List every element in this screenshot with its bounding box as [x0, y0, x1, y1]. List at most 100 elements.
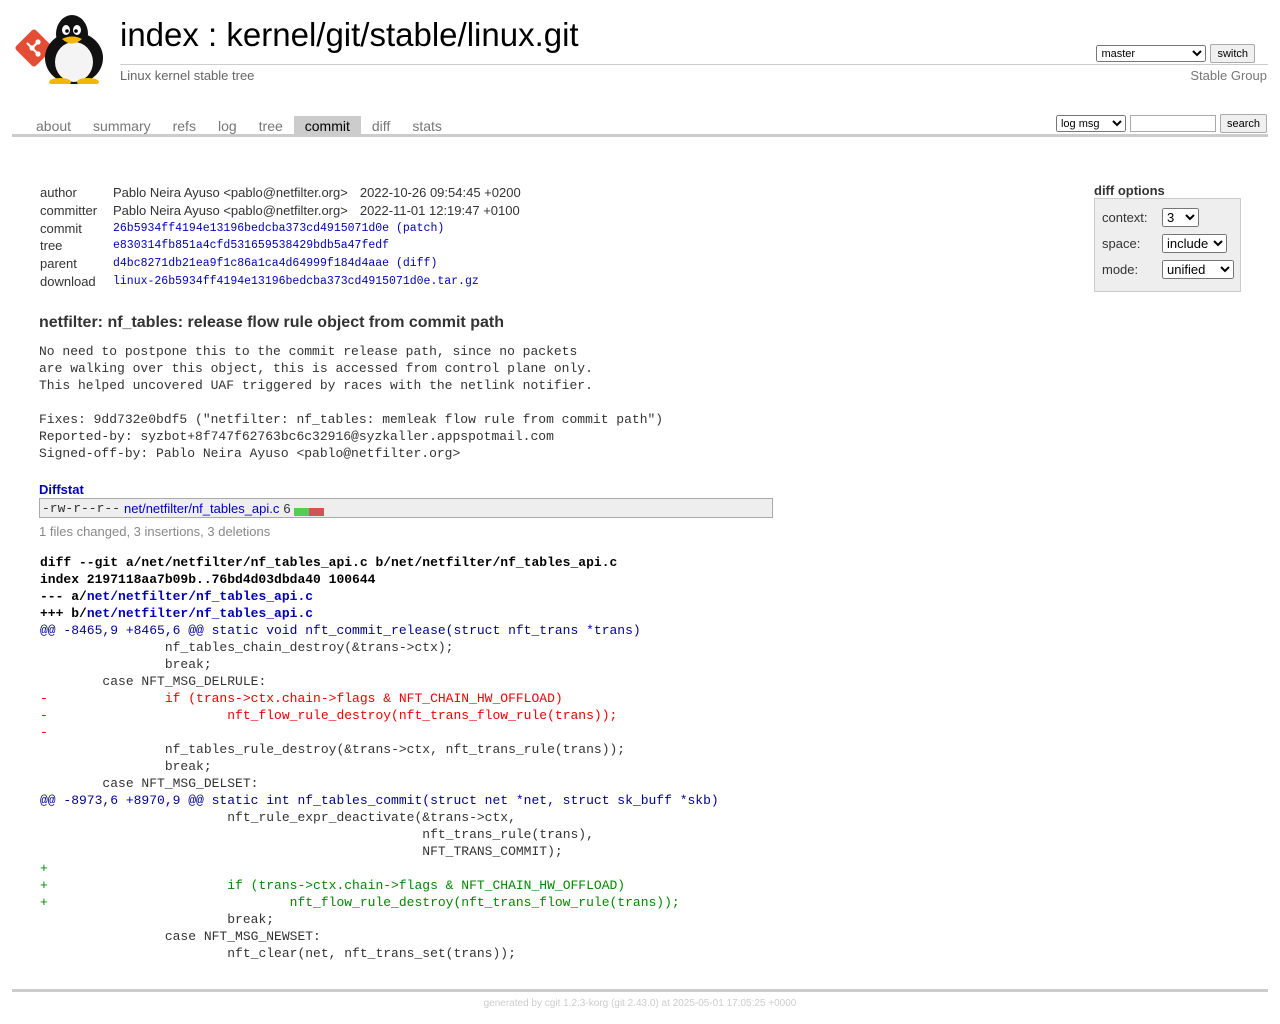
diff-hunk-header: @@ -8465,9 +8465,6 @@ static void nft_co… — [40, 623, 641, 638]
commit-hash-link[interactable]: 26b5934ff4194e13196bedcba373cd4915071d0e — [113, 222, 389, 235]
repo-description: Linux kernel stable tree — [120, 68, 255, 83]
tab-about[interactable]: about — [25, 116, 82, 136]
diff-removed-line: - — [40, 725, 48, 740]
commit-value: 26b5934ff4194e13196bedcba373cd4915071d0e… — [113, 219, 521, 237]
plus-file-link[interactable]: net/netfilter/nf_tables_api.c — [87, 606, 313, 621]
patch-link[interactable]: (patch) — [396, 222, 444, 235]
diff-context-line: nft_clear(net, nft_trans_set(trans)); — [40, 946, 516, 961]
diff-context-line: break; — [40, 759, 212, 774]
author-label: author — [40, 185, 77, 201]
tab-commit[interactable]: commit — [293, 116, 361, 136]
diff-index-line: index 2197118aa7b09b..76bd4d03dbda40 100… — [40, 572, 376, 587]
tab-stats[interactable]: stats — [401, 116, 453, 136]
tab-diff[interactable]: diff — [361, 116, 401, 136]
footer-git-version: (git 2.43.0) — [610, 998, 659, 1009]
download-row: download linux-26b5934ff4194e13196bedcba… — [40, 272, 521, 290]
commit-info-table: author Pablo Neira Ayuso <pablo@netfilte… — [40, 184, 521, 290]
committer-date: 2022-11-01 12:19:47 +0100 — [359, 203, 520, 219]
committer-row: committer Pablo Neira Ayuso <pablo@netfi… — [40, 202, 521, 220]
diffstat-summary: 1 files changed, 3 insertions, 3 deletio… — [39, 524, 271, 539]
diff-view: diff --git a/net/netfilter/nf_tables_api… — [40, 554, 719, 962]
tab-summary[interactable]: summary — [82, 116, 162, 136]
commit-row: commit 26b5934ff4194e13196bedcba373cd491… — [40, 219, 521, 237]
author-name: Pablo Neira Ayuso <pablo@netfilter.org> — [113, 185, 348, 201]
diff-added-line: + if (trans->ctx.chain->flags & NFT_CHAI… — [40, 878, 626, 893]
parent-hash-link[interactable]: d4bc8271db21ea9f1c86a1ca4d64999f184d4aae — [113, 257, 389, 270]
parent-row: parent d4bc8271db21ea9f1c86a1ca4d64999f1… — [40, 255, 521, 273]
insertions-bar — [293, 508, 309, 516]
footer-timestamp: at 2025-05-01 17:05:25 +0000 — [658, 998, 797, 1009]
diff-lines: @@ -8465,9 +8465,6 @@ static void nft_co… — [40, 622, 719, 962]
diff-context-line: case NFT_MSG_NEWSET: — [40, 929, 321, 944]
minus-file-link[interactable]: net/netfilter/nf_tables_api.c — [87, 589, 313, 604]
parent-diff-link[interactable]: (diff) — [396, 257, 437, 270]
diff-removed-line: - if (trans->ctx.chain->flags & NFT_CHAI… — [40, 691, 563, 706]
repo-link[interactable]: kernel/git/stable/linux.git — [226, 16, 578, 53]
commit-message: No need to postpone this to the commit r… — [39, 344, 664, 461]
diff-added-line: + nft_flow_rule_destroy(nft_trans_flow_r… — [40, 895, 680, 910]
diff-plus-file-line: +++ b/net/netfilter/nf_tables_api.c — [40, 605, 719, 622]
committer-label: committer — [40, 203, 98, 219]
committer-name: Pablo Neira Ayuso <pablo@netfilter.org> — [113, 203, 348, 219]
diff-options-title: diff options — [1094, 183, 1165, 198]
header-rule — [120, 64, 1268, 65]
commit-label: commit — [40, 220, 82, 236]
tree-value: e830314fb851a4cfd531659538429bdb5a47fedf — [113, 237, 521, 255]
mode-label: mode: — [1102, 262, 1139, 277]
parent-label: parent — [40, 256, 77, 272]
context-select[interactable]: 3 — [1162, 208, 1199, 227]
tree-label: tree — [40, 238, 63, 254]
search-input[interactable] — [1129, 115, 1216, 132]
diff-options-panel: context: 3 space: include mode: unified — [1094, 198, 1241, 292]
diffstat-link[interactable]: Diffstat — [39, 482, 84, 497]
space-select[interactable]: include — [1162, 234, 1227, 253]
search-form: log msg search — [1055, 114, 1267, 133]
mode-option: mode: unified — [1102, 260, 1234, 279]
search-type-select[interactable]: log msg — [1055, 115, 1126, 132]
search-button[interactable]: search — [1219, 114, 1267, 133]
diff-context-line: nf_tables_rule_destroy(&trans->ctx, nft_… — [40, 742, 626, 757]
space-option: space: include — [1102, 234, 1227, 253]
diff-context-line: break; — [40, 912, 275, 927]
deletions-bar — [308, 508, 324, 516]
space-label: space: — [1102, 236, 1141, 251]
tab-refs[interactable]: refs — [162, 116, 207, 136]
cgit-link[interactable]: cgit 1.2.3-korg — [545, 998, 608, 1009]
repo-owner: Stable Group — [1190, 68, 1267, 83]
file-mode: -rw-r--r-- — [42, 500, 121, 516]
diff-git-line: diff --git a/net/netfilter/nf_tables_api… — [40, 555, 618, 570]
diffstat-file-link[interactable]: net/netfilter/nf_tables_api.c — [120, 501, 279, 516]
author-value: Pablo Neira Ayuso <pablo@netfilter.org> 2… — [113, 184, 521, 202]
minus-prefix: --- a/ — [40, 589, 87, 604]
change-bar — [293, 504, 324, 516]
tab-tree[interactable]: tree — [248, 116, 294, 136]
mode-select[interactable]: unified — [1162, 260, 1234, 279]
footer-generated: generated by — [483, 998, 545, 1009]
download-label: download — [40, 273, 96, 289]
tab-bar: about summary refs log tree commit diff … — [25, 116, 453, 136]
branch-form: master switch — [1096, 44, 1255, 63]
download-link[interactable]: linux-26b5934ff4194e13196bedcba373cd4915… — [113, 275, 479, 288]
cgit-logo[interactable] — [14, 12, 110, 86]
diff-context-line: case NFT_MSG_DELRULE: — [40, 674, 267, 689]
change-count: 6 — [283, 500, 291, 516]
diff-context-line: nft_trans_rule(trans), — [40, 827, 594, 842]
committer-value: Pablo Neira Ayuso <pablo@netfilter.org> 2… — [113, 202, 521, 220]
diffstat-header: Diffstat — [39, 482, 84, 497]
index-link[interactable]: index — [120, 16, 199, 53]
footer-rule — [12, 989, 1268, 992]
tree-hash-link[interactable]: e830314fb851a4cfd531659538429bdb5a47fedf — [113, 239, 389, 252]
author-row: author Pablo Neira Ayuso <pablo@netfilte… — [40, 184, 521, 202]
author-date: 2022-10-26 09:54:45 +0200 — [359, 185, 521, 201]
commit-subject: netfilter: nf_tables: release flow rule … — [39, 314, 504, 331]
footer: generated by cgit 1.2.3-korg (git 2.43.0… — [0, 998, 1280, 1009]
context-option: context: 3 — [1102, 208, 1199, 227]
plus-prefix: +++ b/ — [40, 606, 87, 621]
diff-context-line: nft_rule_expr_deactivate(&trans->ctx, — [40, 810, 516, 825]
tab-log[interactable]: log — [207, 116, 248, 136]
diff-removed-line: - nft_flow_rule_destroy(nft_trans_flow_r… — [40, 708, 618, 723]
branch-select[interactable]: master — [1096, 45, 1207, 62]
switch-button[interactable]: switch — [1210, 44, 1255, 63]
context-label: context: — [1102, 210, 1148, 225]
diffstat-table: -rw-r--r-- net/netfilter/nf_tables_api.c… — [39, 498, 773, 518]
